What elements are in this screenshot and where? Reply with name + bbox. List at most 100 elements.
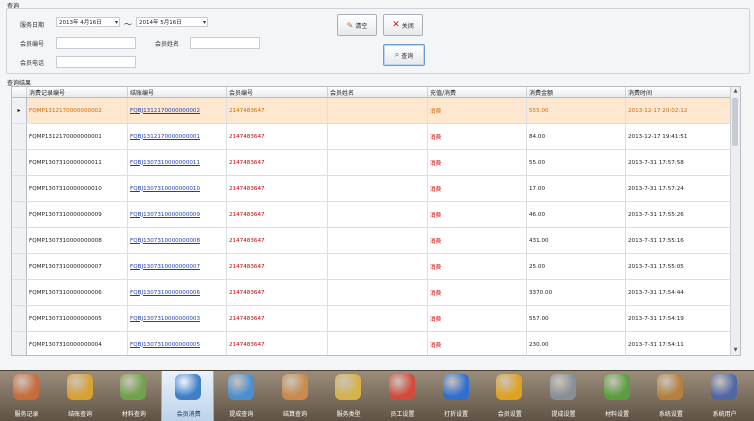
table-row[interactable]: FQMP1307310000000011 FQBJ1307310000000011…: [12, 149, 732, 176]
col-header-member-name[interactable]: 会员姓名: [327, 87, 428, 98]
close-button[interactable]: ✕ 关闭: [383, 14, 423, 36]
col-header-amount[interactable]: 消费金额: [526, 87, 626, 98]
cell-bill-no-link[interactable]: FQBJ1312170000000002: [127, 97, 227, 124]
row-indicator: [12, 149, 27, 176]
table-row[interactable]: FQMP1307310000000008 FQBJ1307310000000008…: [12, 227, 732, 254]
toolbar-item-label: 系统设置: [658, 411, 683, 418]
date-to-picker[interactable]: 2014年 5月16日 ▾: [136, 17, 208, 27]
toolbar-item-label: 提成查询: [229, 411, 254, 418]
toolbar-item-material-settings[interactable]: 材料设置: [591, 371, 644, 421]
system-settings-icon: [657, 374, 684, 400]
cell-member-name: [327, 123, 428, 150]
cell-amount: 431.00: [526, 227, 626, 254]
cell-bill-no-link[interactable]: FQBJ1307310000000003: [127, 305, 227, 332]
results-table: 消费记录编号 结账编号 会员编号 会员姓名 充值/消费 消费金额 消费时间 ▸ F…: [12, 87, 732, 355]
col-header-bill-no[interactable]: 结账编号: [127, 87, 227, 98]
cell-member-no: 2147483647: [226, 97, 328, 124]
vertical-scrollbar[interactable]: ▲ ▼: [730, 87, 740, 355]
cell-bill-no-link[interactable]: FQBJ1307310000000007: [127, 253, 227, 280]
cell-record-no: FQMP1307310000000004: [26, 331, 128, 355]
cell-bill-no-link[interactable]: FQBJ1307310000000010: [127, 175, 227, 202]
cell-type: 消费: [427, 305, 527, 332]
toolbar-item-material-query[interactable]: 材料查询: [107, 371, 160, 421]
toolbar-item-member-settings[interactable]: 会员设置: [483, 371, 536, 421]
row-indicator: [12, 331, 27, 355]
row-indicator: [12, 279, 27, 306]
results-grid: 消费记录编号 结账编号 会员编号 会员姓名 充值/消费 消费金额 消费时间 ▸ F…: [11, 86, 741, 356]
cell-type: 消费: [427, 149, 527, 176]
cell-member-no: 2147483647: [226, 123, 328, 150]
toolbar-item-label: 会员设置: [497, 411, 522, 418]
cell-member-no: 2147483647: [226, 149, 328, 176]
table-row[interactable]: FQMP1307310000000007 FQBJ1307310000000007…: [12, 253, 732, 280]
toolbar-item-checkout-query[interactable]: 结账查询: [54, 371, 107, 421]
cell-bill-no-link[interactable]: FQBJ1307310000000006: [127, 279, 227, 306]
toolbar-item-settlement-query[interactable]: 结算查询: [269, 371, 322, 421]
date-from-picker[interactable]: 2013年 4月16日 ▾: [56, 17, 120, 27]
clear-button[interactable]: ✎ 清空: [337, 14, 377, 36]
table-row[interactable]: FQMP1307310000000005 FQBJ1307310000000003…: [12, 305, 732, 332]
cell-type: 消费: [427, 279, 527, 306]
col-header-time[interactable]: 消费时间: [625, 87, 732, 98]
cell-bill-no-link[interactable]: FQBJ1307310000000008: [127, 227, 227, 254]
clear-button-label: 清空: [355, 22, 368, 30]
cell-time: 2013-7-31 17:54:44: [625, 279, 732, 306]
toolbar-item-service-type[interactable]: 服务类型: [322, 371, 375, 421]
cell-type: 消费: [427, 175, 527, 202]
cell-amount: 555.00: [526, 97, 626, 124]
cell-bill-no-link[interactable]: FQBJ1312170000000001: [127, 123, 227, 150]
chevron-down-icon[interactable]: ▾: [115, 18, 118, 28]
toolbar-item-label: 材料查询: [121, 411, 146, 418]
service-date-label: 服务日期: [20, 22, 45, 29]
search-button-label: 查询: [401, 52, 414, 60]
toolbar-item-system-settings[interactable]: 系统设置: [644, 371, 697, 421]
date-from-value: 2013年 4月16日: [59, 20, 102, 26]
table-row[interactable]: FQMP1312170000000001 FQBJ1312170000000001…: [12, 123, 732, 150]
row-indicator: [12, 123, 27, 150]
scroll-thumb[interactable]: [732, 98, 738, 146]
cell-member-no: 2147483647: [226, 305, 328, 332]
table-row[interactable]: ▸ FQMP1312170000000002 FQBJ131217000000000…: [12, 97, 732, 124]
table-row[interactable]: FQMP1307310000000009 FQBJ1307310000000009…: [12, 201, 732, 228]
toolbar-item-commission-settings[interactable]: 提成设置: [537, 371, 590, 421]
cell-bill-no-link[interactable]: FQBJ1307310000000005: [127, 331, 227, 355]
toolbar-item-system-user[interactable]: 系统用户: [698, 371, 751, 421]
col-header-type[interactable]: 充值/消费: [427, 87, 527, 98]
member-phone-input[interactable]: [56, 56, 136, 68]
material-query-icon: [120, 374, 147, 400]
toolbar-item-member-consume[interactable]: 会员消费: [161, 371, 215, 421]
toolbar-item-staff-settings[interactable]: 员工设置: [376, 371, 429, 421]
member-name-input[interactable]: [190, 37, 260, 49]
material-settings-icon: [603, 374, 630, 400]
table-row[interactable]: FQMP1307310000000004 FQBJ1307310000000005…: [12, 331, 732, 355]
member-phone-label: 会员电话: [20, 60, 45, 67]
cell-record-no: FQMP1307310000000006: [26, 279, 128, 306]
range-separator: ～: [124, 20, 132, 29]
cell-member-name: [327, 97, 428, 124]
row-indicator: [12, 201, 27, 228]
system-user-icon: [711, 374, 738, 400]
toolbar-item-discount-settings[interactable]: 打折设置: [430, 371, 483, 421]
col-header-member-no[interactable]: 会员编号: [226, 87, 328, 98]
cell-member-name: [327, 175, 428, 202]
cell-member-name: [327, 305, 428, 332]
cell-member-name: [327, 253, 428, 280]
toolbar-item-label: 打折设置: [444, 411, 469, 418]
cell-bill-no-link[interactable]: FQBJ1307310000000009: [127, 201, 227, 228]
cell-amount: 55.00: [526, 149, 626, 176]
toolbar-item-service-record[interactable]: 服务记录: [0, 371, 53, 421]
col-header-record-no[interactable]: 消费记录编号: [26, 87, 128, 98]
table-row[interactable]: FQMP1307310000000010 FQBJ1307310000000010…: [12, 175, 732, 202]
toolbar-item-commission-query[interactable]: 提成查询: [215, 371, 268, 421]
scroll-up-icon[interactable]: ▲: [731, 87, 740, 96]
toolbar-item-label: 系统用户: [712, 411, 737, 418]
cell-type: 消费: [427, 227, 527, 254]
member-no-input[interactable]: [56, 37, 136, 49]
chevron-down-icon[interactable]: ▾: [203, 18, 206, 28]
cell-bill-no-link[interactable]: FQBJ1307310000000011: [127, 149, 227, 176]
table-row[interactable]: FQMP1307310000000006 FQBJ1307310000000006…: [12, 279, 732, 306]
scroll-down-icon[interactable]: ▼: [731, 346, 740, 355]
cell-member-no: 2147483647: [226, 227, 328, 254]
cell-amount: 17.00: [526, 175, 626, 202]
search-button[interactable]: ⌕ 查询: [383, 44, 425, 66]
